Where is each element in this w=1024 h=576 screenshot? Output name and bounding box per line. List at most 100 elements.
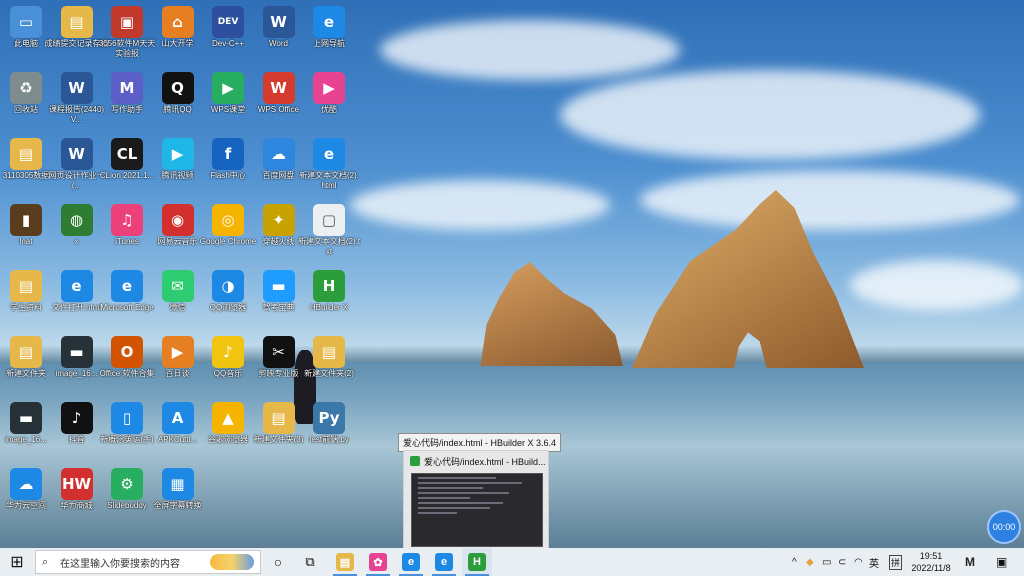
desktop-icon-image: ▬ (10, 402, 42, 434)
ime-language-label: 英 (869, 558, 879, 570)
desktop-icon-image: ▶ (161, 336, 194, 368)
desktop-icon-image: e (60, 270, 93, 302)
preview-screenshot (411, 473, 543, 547)
desktop-icon-label: 全屏字幕转换 (153, 501, 202, 510)
desktop-icon-image: HW (60, 468, 93, 500)
battery-icon[interactable]: ▭ (822, 548, 831, 576)
task-view-button[interactable]: ⧉ (297, 548, 323, 576)
taskbar-search-box[interactable]: ⌕ 在这里输入你要搜索的内容 (35, 550, 261, 574)
desktop-icon-image: e (313, 6, 345, 38)
desktop-icon-image: ▤ (60, 6, 93, 38)
desktop-icon-image: Py (313, 402, 345, 434)
desktop-icon-image: ◍ (60, 204, 93, 236)
keyboard-icon: 拼 (889, 554, 903, 570)
desktop-icon-image: ✦ (262, 204, 295, 236)
rock-left (480, 262, 623, 366)
desktop-icon-label: 优酷 (321, 105, 337, 114)
ime-mode-button[interactable]: 拼 (889, 548, 903, 576)
system-clock[interactable]: 19:51 2022/11/8 (904, 550, 958, 574)
desktop-icon-image: ▢ (313, 204, 345, 236)
desktop-icon[interactable]: e 新建文本文档(2).html (297, 136, 361, 200)
edge-icon: e (435, 553, 453, 571)
desktop-icon-image: e (313, 138, 345, 170)
recording-timer-button[interactable]: 00:00 (987, 510, 1021, 544)
taskbar-app-ie[interactable]: e (396, 548, 426, 576)
taskbar-app-file-explorer[interactable]: ▤ (330, 548, 360, 576)
desktop-icon-image: ▤ (313, 336, 345, 368)
desktop-icon-image: W (262, 6, 295, 38)
desktop-icon-image: ▲ (212, 402, 244, 434)
desktop-icon-image: ◑ (212, 270, 244, 302)
hbuilder-icon (410, 456, 420, 466)
desktop-icon-image: ✂ (262, 336, 295, 368)
desktop-icon-image: ◎ (212, 204, 244, 236)
desktop-wallpaper: ▭ 此电脑 ▤ 成绩提交记录存档 ▣ 3056软件M天天实验报 ⌂ 山大开学 DEV Dev-C+… (0, 0, 1024, 548)
desktop-icon-image: ▭ (10, 6, 42, 38)
desktop-icon-image: ☁ (10, 468, 42, 500)
desktop-icon[interactable]: ▢ 新建文本文档(2).txt (297, 202, 361, 266)
start-button[interactable]: ⊞ (0, 548, 34, 576)
desktop-icon-image: H (313, 270, 345, 302)
desktop-icon-image: ▬ (262, 270, 295, 302)
search-placeholder: 在这里输入你要搜索的内容 (60, 558, 180, 570)
tray-app-icon[interactable]: ◆ (806, 548, 814, 576)
preview-title: 爱心代码/index.html - HBuild... (424, 457, 546, 467)
task-view-icon: ⧉ (305, 554, 315, 569)
desktop-icon[interactable]: ▦ 全屏字幕转换 (146, 466, 210, 530)
taskbar-app-paint[interactable]: ✿ (363, 548, 393, 576)
desktop-icon-image: DEV (212, 6, 244, 38)
taskbar-app-edge[interactable]: e (429, 548, 459, 576)
desktop-icon-label: HBuilder X (309, 303, 349, 312)
desktop-icon-image: O (111, 336, 143, 368)
search-highlight-icon (210, 554, 254, 570)
m-app-icon: M (965, 555, 975, 569)
desktop-icon-image: ♪ (60, 402, 93, 434)
cloud (640, 170, 1020, 230)
desktop-icon-image: Q (161, 72, 194, 104)
desktop-icon-image: W (262, 72, 295, 104)
ime-language-button[interactable]: 英 (869, 548, 879, 576)
show-hidden-icons-button[interactable]: ^ (792, 548, 797, 576)
paint-icon: ✿ (369, 553, 387, 571)
chevron-up-icon: ^ (792, 556, 797, 568)
wifi-icon[interactable]: ◠ (854, 548, 863, 576)
desktop-icon-image: A (161, 402, 194, 434)
desktop-icon-image: ⌂ (161, 6, 194, 38)
desktop-icon-image: ▣ (111, 6, 143, 38)
desktop-icon-image: e (111, 270, 143, 302)
power-icon[interactable]: ⊂ (838, 548, 846, 576)
wifi-glyph: ◠ (854, 556, 863, 568)
notification-icon: ▣ (996, 555, 1008, 569)
desktop-icon-image: ▦ (161, 468, 194, 500)
window-preview-thumbnail[interactable]: 爱心代码/index.html - HBuild... (403, 450, 549, 548)
desktop-icon[interactable]: ▶ 优酷 (297, 70, 361, 134)
desktop-icon-image: ▮ (10, 204, 42, 236)
desktop-icon[interactable]: ▤ 新建文件夹(2) (297, 334, 361, 398)
desktop-icon[interactable]: H HBuilder X (297, 268, 361, 332)
cloud (560, 70, 980, 160)
desktop-icon-label: 上网导航 (313, 39, 345, 48)
desktop-icon-image: W (60, 138, 93, 170)
desktop-icon-image: ☁ (262, 138, 295, 170)
desktop-icon-image: ▤ (10, 138, 42, 170)
desktop-icon-image: ▤ (262, 402, 295, 434)
notification-center-button[interactable]: ▣ (996, 548, 1007, 576)
desktop-icon-label: test前端.py (309, 435, 349, 444)
desktop-icon-image: ▤ (10, 270, 42, 302)
desktop-icon-image: ♫ (111, 204, 143, 236)
taskbar: ⊞ ⌕ 在这里输入你要搜索的内容 ○ ⧉ ▤ ✿ e e H ^ ◆ ▭ ⊂ ◠ 英 拼… (0, 548, 1024, 576)
desktop-icon-image: ▬ (60, 336, 93, 368)
desktop-icon[interactable]: Py test前端.py (297, 400, 361, 464)
desktop-icon-image: ♻ (10, 72, 42, 104)
taskbar-app-hbuilder[interactable]: H (462, 548, 492, 576)
desktop-icon-label: 新建文件夹(2) (304, 369, 354, 378)
desktop-icon-image: ⚙ (111, 468, 143, 500)
desktop-icon-image: CL (111, 138, 143, 170)
cortana-button[interactable]: ○ (266, 548, 290, 576)
desktop-icon[interactable]: e 上网导航 (297, 4, 361, 68)
tray-m-app-icon[interactable]: M (965, 548, 975, 576)
battery-glyph: ▭ (822, 556, 832, 568)
desktop-icon-image: ▤ (10, 336, 42, 368)
desktop-icon-image: ◉ (161, 204, 194, 236)
desktop-icon-label: 新建文本文档(2).txt (297, 237, 361, 256)
